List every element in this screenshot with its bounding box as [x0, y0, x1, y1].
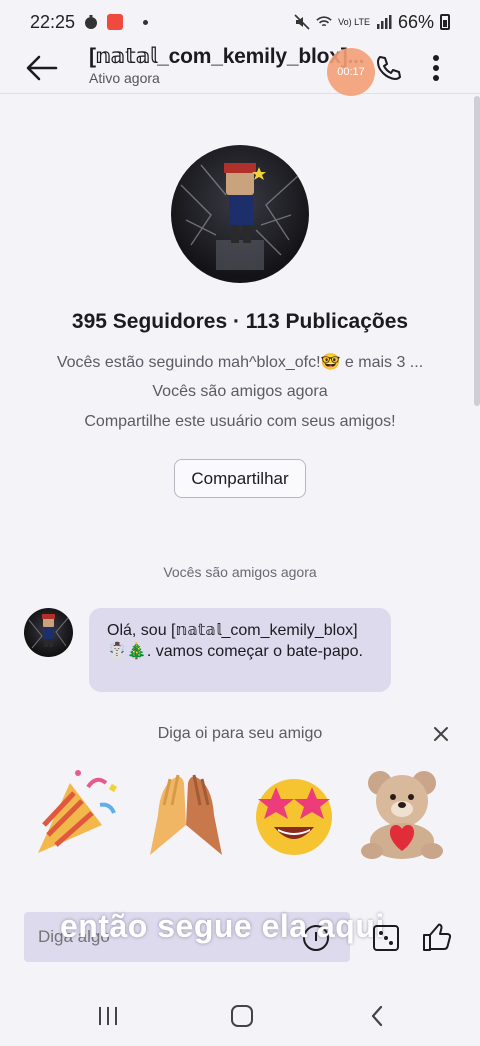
chat-status: Ativo agora — [89, 70, 160, 86]
phone-icon — [377, 56, 401, 80]
more-options-button[interactable] — [424, 52, 448, 84]
app-notification-icon — [107, 14, 124, 30]
recording-indicator: 00:17 — [327, 48, 375, 96]
status-time: 22:25 — [30, 11, 76, 32]
more-vertical-icon — [433, 55, 439, 81]
wifi-icon — [316, 14, 332, 30]
star-struck-icon — [256, 779, 332, 855]
avatar-image — [180, 163, 300, 270]
high-five-sticker[interactable] — [140, 765, 232, 861]
recent-apps-icon — [99, 1007, 117, 1025]
dice-icon — [373, 925, 399, 951]
network-label: Vo) LTE — [338, 16, 370, 27]
like-button[interactable] — [420, 920, 454, 954]
message-bubble[interactable]: Olá, sou [𝕟𝕒𝕥𝕒𝕝_com_kemily_blox] ☃️🎄. va… — [89, 608, 391, 692]
signal-icon — [376, 14, 392, 30]
teddy-bear-icon — [361, 771, 443, 859]
party-popper-icon — [38, 770, 118, 853]
video-caption: então segue ela aqui — [60, 908, 385, 944]
close-wave-button[interactable] — [429, 722, 453, 746]
party-popper-sticker[interactable] — [30, 765, 122, 861]
system-nav-bar — [0, 985, 480, 1046]
mute-icon — [294, 14, 310, 30]
mutual-following: Vocês estão seguindo mah^blox_ofc!🤓 e ma… — [56, 354, 424, 371]
home-icon — [231, 1005, 253, 1027]
notification-dot-icon — [143, 19, 149, 25]
call-button[interactable] — [372, 52, 404, 84]
chat-title-block[interactable]: [𝕟𝕒𝕥𝕒𝕝_com_kemily_blox]... Ativo agora — [89, 44, 365, 86]
close-icon — [434, 727, 448, 741]
profile-avatar[interactable] — [171, 145, 309, 283]
dice-button[interactable] — [370, 922, 402, 954]
chat-divider: Vocês são amigos agora — [163, 564, 317, 580]
back-button[interactable] — [24, 50, 60, 86]
battery-percent: 66% — [397, 11, 434, 32]
high-five-icon — [150, 774, 222, 855]
battery-icon — [440, 14, 450, 30]
thumbs-up-icon — [423, 923, 452, 951]
chat-title: [𝕟𝕒𝕥𝕒𝕝_com_kemily_blox]... — [89, 45, 365, 68]
teddy-bear-sticker[interactable] — [356, 765, 448, 861]
wave-prompt: Diga oi para seu amigo — [157, 725, 323, 742]
home-button[interactable] — [222, 1001, 262, 1031]
avatar[interactable] — [24, 608, 73, 657]
sticker-row — [0, 765, 480, 865]
share-button[interactable]: Compartilhar — [174, 459, 306, 498]
share-prompt: Compartilhe este usuário com seus amigos… — [84, 413, 396, 430]
status-bar: 22:25 Vo) LTE 66% — [0, 0, 480, 44]
friends-status: Vocês são amigos agora — [152, 383, 328, 400]
chat-header: [𝕟𝕒𝕥𝕒𝕝_com_kemily_blox]... Ativo agora 0… — [0, 44, 480, 96]
chevron-left-icon — [371, 1005, 383, 1027]
star-struck-sticker[interactable] — [248, 765, 340, 861]
avatar-image — [28, 614, 69, 649]
profile-stats: 395 Seguidores · 113 Publicações — [71, 310, 409, 333]
recording-time: 00:17 — [337, 66, 365, 78]
recent-apps-button[interactable] — [88, 1001, 128, 1031]
arrow-left-icon — [26, 55, 58, 81]
stopwatch-icon — [83, 14, 99, 30]
back-nav-button[interactable] — [357, 1001, 397, 1031]
